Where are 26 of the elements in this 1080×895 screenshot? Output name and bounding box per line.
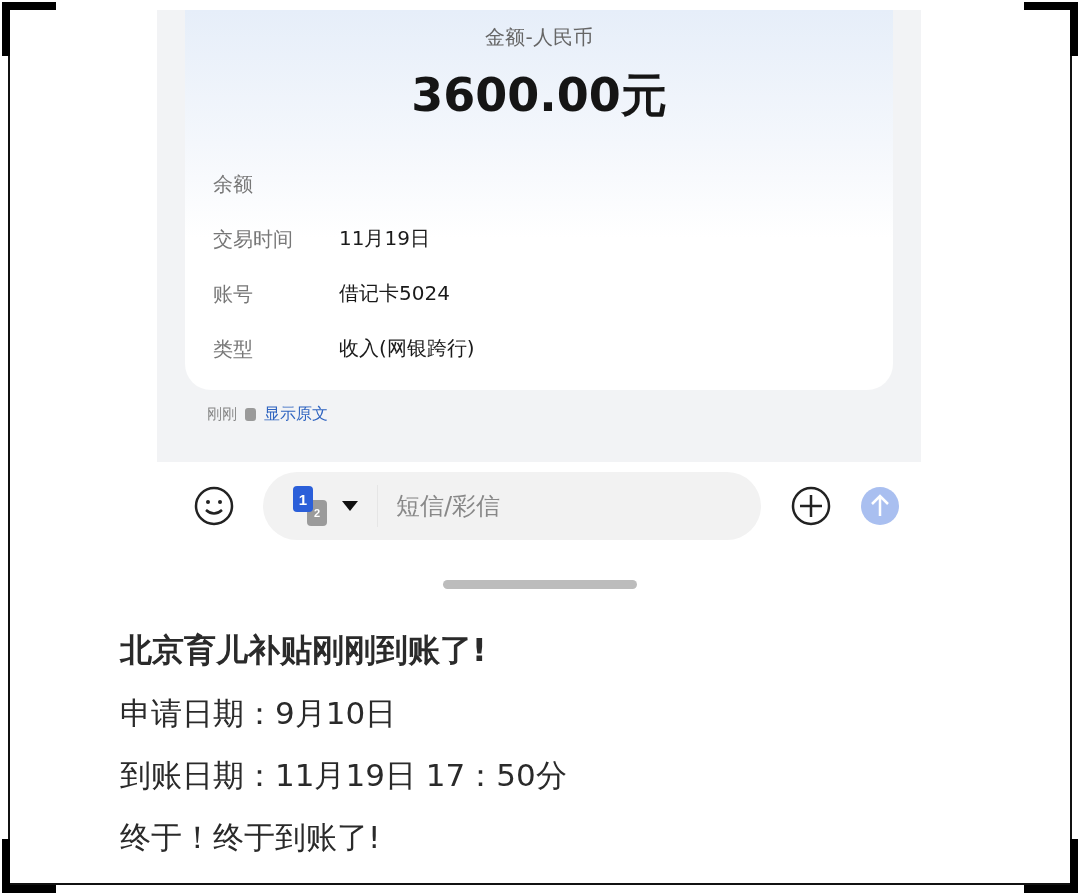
document-icon	[245, 408, 256, 421]
frame-corner	[1024, 2, 1078, 56]
frame-corner	[2, 2, 56, 56]
field-label: 账号	[213, 280, 254, 307]
message-time: 刚刚	[207, 405, 237, 424]
post-text: 终于！终于到账了!	[120, 818, 381, 857]
field-label: 余额	[213, 171, 254, 197]
amount-label: 金额-人民币	[485, 24, 593, 51]
add-icon[interactable]	[791, 486, 831, 526]
emoji-icon[interactable]	[193, 485, 235, 527]
amount-value: 3600.00元	[411, 67, 667, 124]
frame-corner	[1024, 839, 1078, 893]
frame-corner	[2, 839, 56, 893]
message-input-bar[interactable]: 1 2 短信/彩信	[263, 472, 761, 540]
field-label: 交易时间	[213, 225, 294, 252]
caret-icon[interactable]	[341, 500, 359, 512]
field-value: 11月19日	[339, 225, 430, 252]
show-original-link[interactable]: 显示原文	[264, 404, 328, 425]
post-text: 申请日期：9月10日	[120, 694, 397, 733]
post-text: 到账日期：11月19日 17：50分	[120, 756, 567, 795]
sim-selector[interactable]: 1 2	[293, 486, 359, 526]
message-field[interactable]: 短信/彩信	[377, 485, 648, 527]
field-value: 收入(网银跨行)	[339, 335, 475, 362]
post-title: 北京育儿补贴刚刚到账了!	[120, 630, 487, 671]
field-value: 借记卡5024	[339, 280, 450, 307]
field-label: 类型	[213, 335, 254, 362]
